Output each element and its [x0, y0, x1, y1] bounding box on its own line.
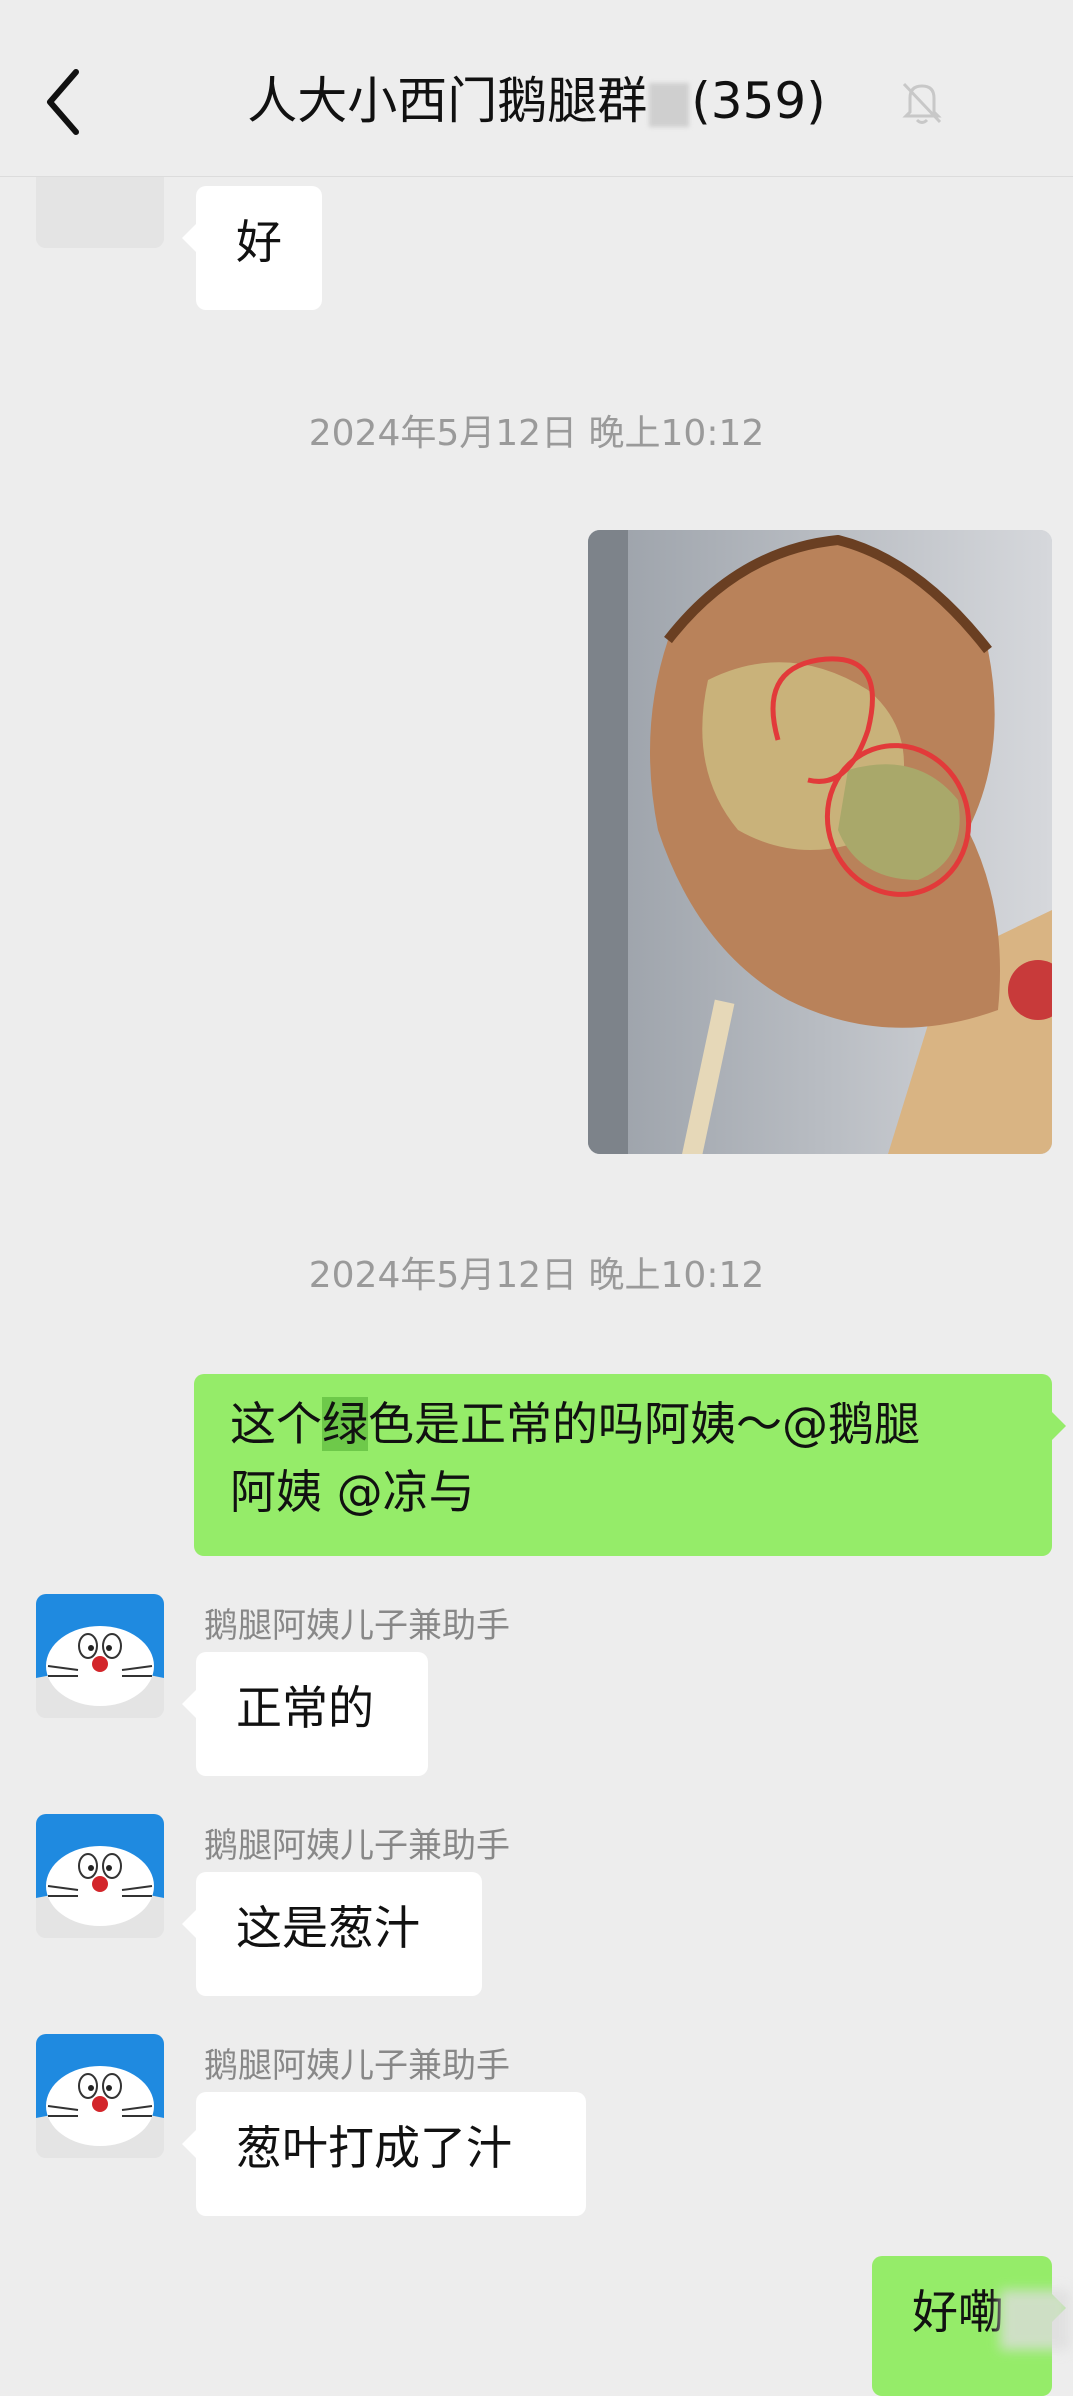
message-bubble[interactable]: 正常的	[182, 1652, 428, 1776]
message-text: 葱叶打成了汁	[236, 2121, 512, 2175]
avatar[interactable]	[36, 2034, 164, 2158]
highlighted-text: 绿	[322, 1397, 368, 1451]
bell-off-icon	[902, 82, 942, 124]
message-text-line: 阿姨 @凉与	[230, 1465, 475, 1519]
chat-title-text: 人大小西门鹅腿群	[247, 72, 648, 130]
message-text: 好嘞	[912, 2285, 1004, 2339]
message-text: 这个绿色是正常的吗阿姨～@鹅腿	[230, 1390, 1016, 1458]
message-text-part: 这个	[230, 1397, 322, 1451]
message-text: 好	[236, 215, 282, 269]
sender-name: 鹅腿阿姨儿子兼助手	[204, 1606, 510, 1646]
message-bubble[interactable]: 这个绿色是正常的吗阿姨～@鹅腿 阿姨 @凉与	[194, 1374, 1066, 1556]
message-bubble[interactable]: 葱叶打成了汁	[182, 2092, 586, 2216]
timestamp: 2024年5月12日 晚上10:12	[308, 413, 765, 454]
message-bubble[interactable]: 好	[182, 186, 322, 310]
message-bubble[interactable]: 这是葱汁	[182, 1872, 482, 1996]
goose-leg-photo	[588, 530, 1052, 1154]
message-text: 正常的	[236, 1681, 374, 1735]
member-count: (359)	[691, 72, 826, 130]
title-redaction	[649, 82, 690, 127]
message-text: 这是葱汁	[236, 1901, 420, 1955]
avatar[interactable]	[36, 1814, 164, 1938]
sender-name: 鹅腿阿姨儿子兼助手	[204, 1826, 510, 1866]
image-message[interactable]	[588, 530, 1052, 1154]
avatar[interactable]	[36, 1594, 164, 1718]
watermark	[1000, 2290, 1070, 2350]
chat-header: 人大小西门鹅腿群 (359)	[0, 0, 1073, 177]
sender-name: 鹅腿阿姨儿子兼助手	[204, 2046, 510, 2086]
timestamp: 2024年5月12日 晚上10:12	[308, 1255, 765, 1296]
message-text-part: 色是正常的吗阿姨～@鹅腿	[368, 1397, 920, 1451]
